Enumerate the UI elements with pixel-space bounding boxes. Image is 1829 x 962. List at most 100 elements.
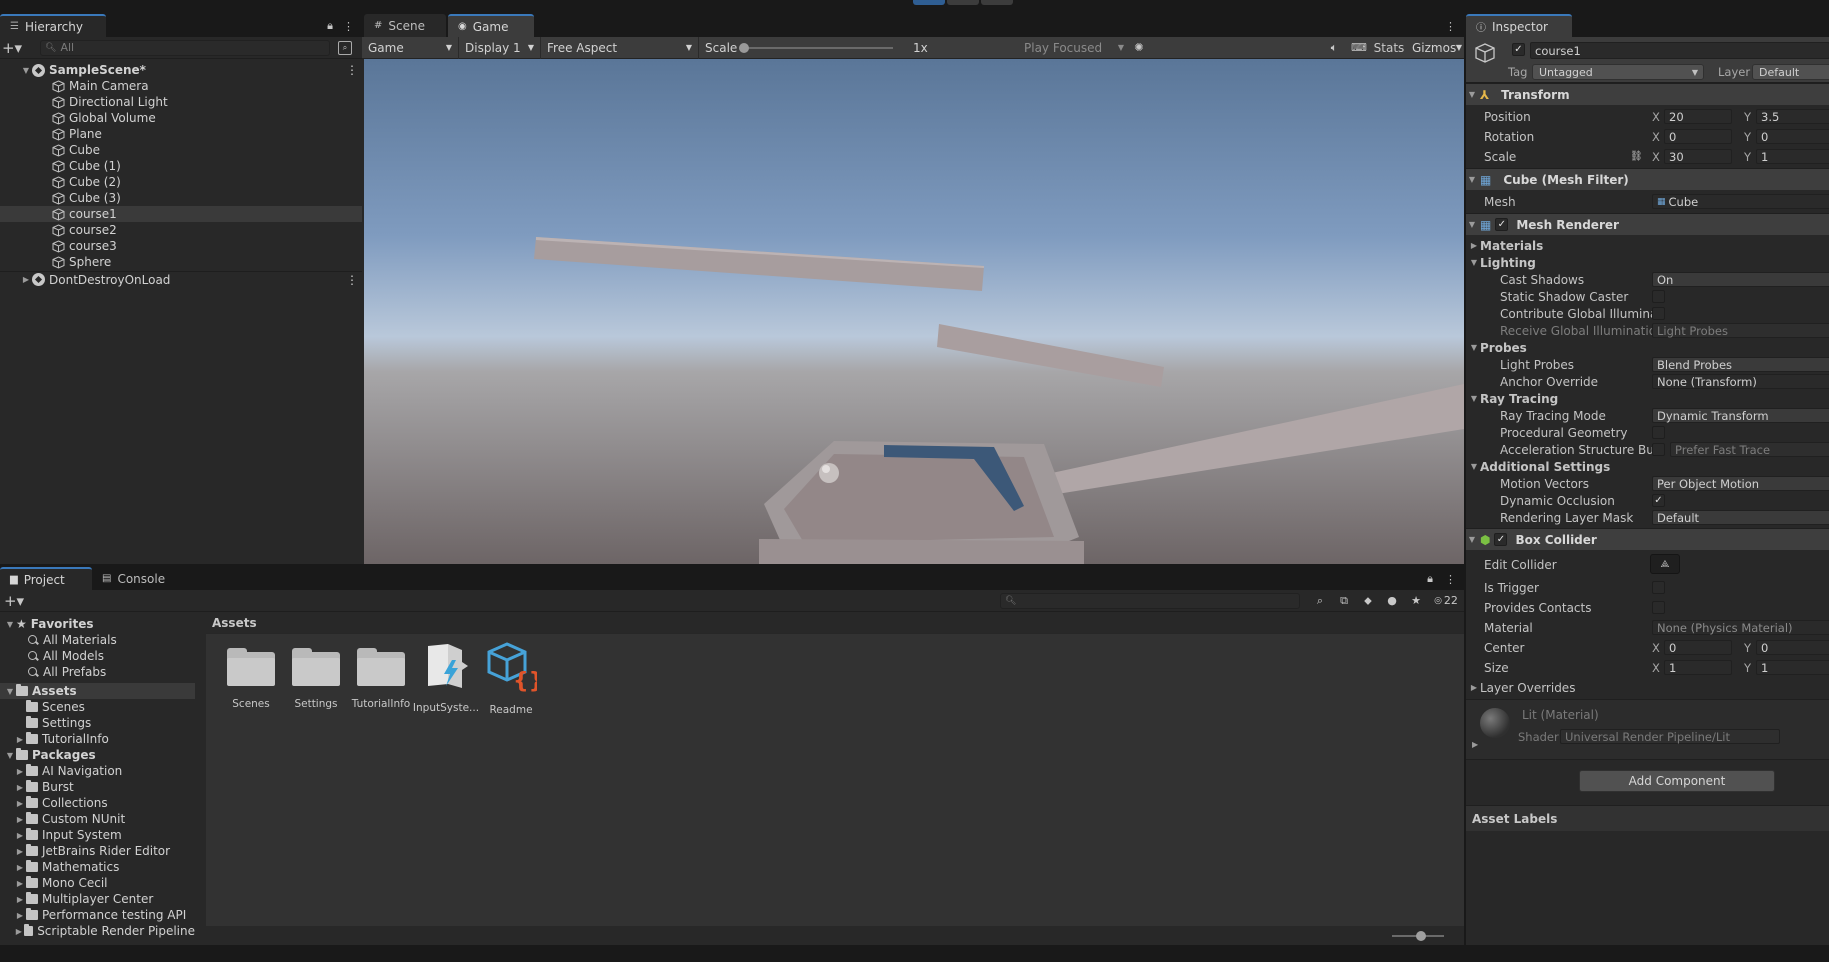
package-item[interactable]: ▶ Burst — [0, 779, 195, 795]
hierarchy-item[interactable]: course1 — [0, 206, 362, 222]
hierarchy-item[interactable]: Main Camera — [0, 78, 362, 94]
cast-shadows-dropdown[interactable]: On — [1652, 272, 1829, 287]
expand-arrow-icon[interactable]: ▶ — [1472, 740, 1478, 749]
motion-vectors-dropdown[interactable]: Per Object Motion — [1652, 476, 1829, 491]
materials-foldout[interactable]: ▶ Materials — [1466, 237, 1829, 254]
create-add-icon[interactable]: +▾ — [0, 592, 28, 610]
assets-row[interactable]: ▼ Assets — [0, 683, 195, 699]
package-item[interactable]: ▶ Scriptable Render Pipeline — [0, 923, 195, 939]
game-menu-icon[interactable]: ⋮ — [1445, 20, 1456, 33]
static-shadow-checkbox[interactable] — [1652, 290, 1665, 303]
game-view-dropdown[interactable]: Game ▼ — [362, 37, 458, 59]
additional-settings-foldout[interactable]: ▼ Additional Settings — [1466, 458, 1829, 475]
constrain-proportions-icon[interactable]: ⛓ — [1630, 151, 1643, 162]
asset-folder-item[interactable]: ▶ TutorialInfo — [0, 731, 195, 747]
mesh-object-field[interactable]: ▦ Cube — [1652, 194, 1829, 209]
hierarchy-item[interactable]: course2 — [0, 222, 362, 238]
collapse-arrow-icon[interactable]: ▶ — [14, 767, 26, 776]
expand-arrow-icon[interactable]: ▼ — [4, 687, 16, 696]
bug-icon[interactable]: ✺ — [1128, 41, 1150, 54]
mesh-filter-header[interactable]: ▼ ▦ Cube (Mesh Filter) — [1466, 168, 1829, 190]
probes-foldout[interactable]: ▼ Probes — [1466, 339, 1829, 356]
filter-by-type-icon[interactable]: ⧉ — [1332, 594, 1356, 608]
physics-material-field[interactable]: None (Physics Material) — [1652, 620, 1829, 635]
readme-asset-tile[interactable]: {} Readme — [474, 642, 548, 716]
package-item[interactable]: ▶ JetBrains Rider Editor — [0, 843, 195, 859]
collapse-arrow-icon[interactable]: ▶ — [14, 815, 26, 824]
create-add-icon[interactable]: +▾ — [0, 39, 24, 57]
package-item[interactable]: ▶ Input System — [0, 827, 195, 843]
stats-button[interactable]: Stats — [1372, 41, 1406, 55]
favorites-row[interactable]: ▼ ★ Favorites — [0, 616, 195, 632]
dontdestroy-row[interactable]: ▶ DontDestroyOnLoad ⋮ — [0, 271, 362, 287]
position-y-input[interactable]: 3.5 — [1756, 109, 1829, 124]
collapse-arrow-icon[interactable]: ▶ — [14, 783, 26, 792]
hierarchy-search-input[interactable]: 🔍︎ All — [40, 39, 330, 56]
lock-icon[interactable]: 🔒︎ — [327, 19, 333, 33]
project-search-input[interactable]: 🔍︎ — [1000, 592, 1300, 609]
filter-by-log-icon[interactable]: ● — [1380, 594, 1404, 607]
collapse-arrow-icon[interactable]: ▶ — [14, 895, 26, 904]
hierarchy-item[interactable]: Plane — [0, 126, 362, 142]
scale-x-input[interactable]: 30 — [1664, 149, 1732, 164]
package-item[interactable]: ▶ Custom NUnit — [0, 811, 195, 827]
step-button[interactable] — [981, 0, 1013, 5]
favorite-item[interactable]: All Models — [0, 648, 195, 664]
rt-mode-dropdown[interactable]: Dynamic Transform — [1652, 408, 1829, 423]
kebab-menu-icon[interactable]: ⋮ — [343, 20, 354, 33]
tab-hierarchy[interactable]: ☰ Hierarchy — [0, 14, 106, 37]
hierarchy-item[interactable]: Cube (3) — [0, 190, 362, 206]
collapse-arrow-icon[interactable]: ▶ — [14, 831, 26, 840]
accel-structure-checkbox[interactable] — [1652, 443, 1665, 456]
expand-arrow-icon[interactable]: ▼ — [20, 66, 32, 75]
tab-game[interactable]: ◉ Game — [448, 14, 534, 37]
box-collider-header[interactable]: ▼ ⬢ ✓ Box Collider — [1466, 528, 1829, 550]
package-item[interactable]: ▶ Performance testing API — [0, 907, 195, 923]
rendering-layer-mask-dropdown[interactable]: Default — [1652, 510, 1829, 525]
package-item[interactable]: ▶ AI Navigation — [0, 763, 195, 779]
mesh-renderer-enabled-checkbox[interactable]: ✓ — [1495, 218, 1509, 231]
tab-project[interactable]: ▆ Project — [0, 567, 92, 590]
position-x-input[interactable]: 20 — [1664, 109, 1732, 124]
scale-y-input[interactable]: 1 — [1756, 149, 1829, 164]
box-collider-enabled-checkbox[interactable]: ✓ — [1494, 533, 1508, 546]
tab-inspector[interactable]: ⓘ Inspector — [1466, 14, 1572, 37]
hierarchy-item[interactable]: course3 — [0, 238, 362, 254]
is-trigger-checkbox[interactable] — [1652, 581, 1665, 594]
hierarchy-item[interactable]: Cube (2) — [0, 174, 362, 190]
scale-slider-handle[interactable] — [739, 42, 749, 53]
ray-tracing-foldout[interactable]: ▼ Ray Tracing — [1466, 390, 1829, 407]
collapse-arrow-icon[interactable]: ▶ — [14, 847, 26, 856]
scale-slider-track[interactable] — [743, 46, 893, 49]
scene-menu-icon[interactable]: ⋮ — [346, 63, 358, 77]
keyboard-icon[interactable]: ⌨ — [1346, 41, 1372, 54]
size-y-input[interactable]: 1 — [1756, 660, 1829, 675]
center-y-input[interactable]: 0 — [1756, 640, 1829, 655]
asset-folder-item[interactable]: Scenes — [0, 699, 195, 715]
collapse-arrow-icon[interactable]: ▶ — [20, 275, 32, 284]
tag-dropdown[interactable]: Untagged ▼ — [1532, 64, 1704, 80]
favorite-star-icon[interactable]: ★ — [1404, 594, 1428, 607]
package-item[interactable]: ▶ Mono Cecil — [0, 875, 195, 891]
mute-audio-icon[interactable]: 🔈︎ — [1322, 41, 1346, 55]
play-button[interactable] — [913, 0, 945, 5]
dontdestroy-menu-icon[interactable]: ⋮ — [346, 273, 358, 287]
hierarchy-item[interactable]: Directional Light — [0, 94, 362, 110]
dynamic-occlusion-checkbox[interactable]: ✓ — [1652, 494, 1665, 507]
search-filter-icon[interactable]: ⌕ — [1308, 594, 1332, 608]
rotation-x-input[interactable]: 0 — [1664, 129, 1732, 144]
collapse-arrow-icon[interactable]: ▶ — [14, 879, 26, 888]
transform-header[interactable]: ▼ ⅄ Transform — [1466, 83, 1829, 105]
collapse-arrow-icon[interactable]: ▶ — [14, 911, 26, 920]
package-item[interactable]: ▶ Mathematics — [0, 859, 195, 875]
add-component-button[interactable]: Add Component — [1579, 770, 1775, 792]
rotation-y-input[interactable]: 0 — [1756, 129, 1829, 144]
hierarchy-item[interactable]: Global Volume — [0, 110, 362, 126]
aspect-dropdown[interactable]: Free Aspect ▼ — [540, 36, 698, 59]
light-probes-dropdown[interactable]: Blend Probes — [1652, 357, 1829, 372]
object-name-input[interactable]: course1 — [1530, 42, 1829, 59]
packages-row[interactable]: ▼ Packages — [0, 747, 195, 763]
scene-root-row[interactable]: ▼ SampleScene* ⋮ — [0, 62, 362, 78]
asset-folder-tile[interactable]: Scenes — [214, 648, 288, 710]
asset-folder-tile[interactable]: TutorialInfo — [344, 648, 418, 710]
